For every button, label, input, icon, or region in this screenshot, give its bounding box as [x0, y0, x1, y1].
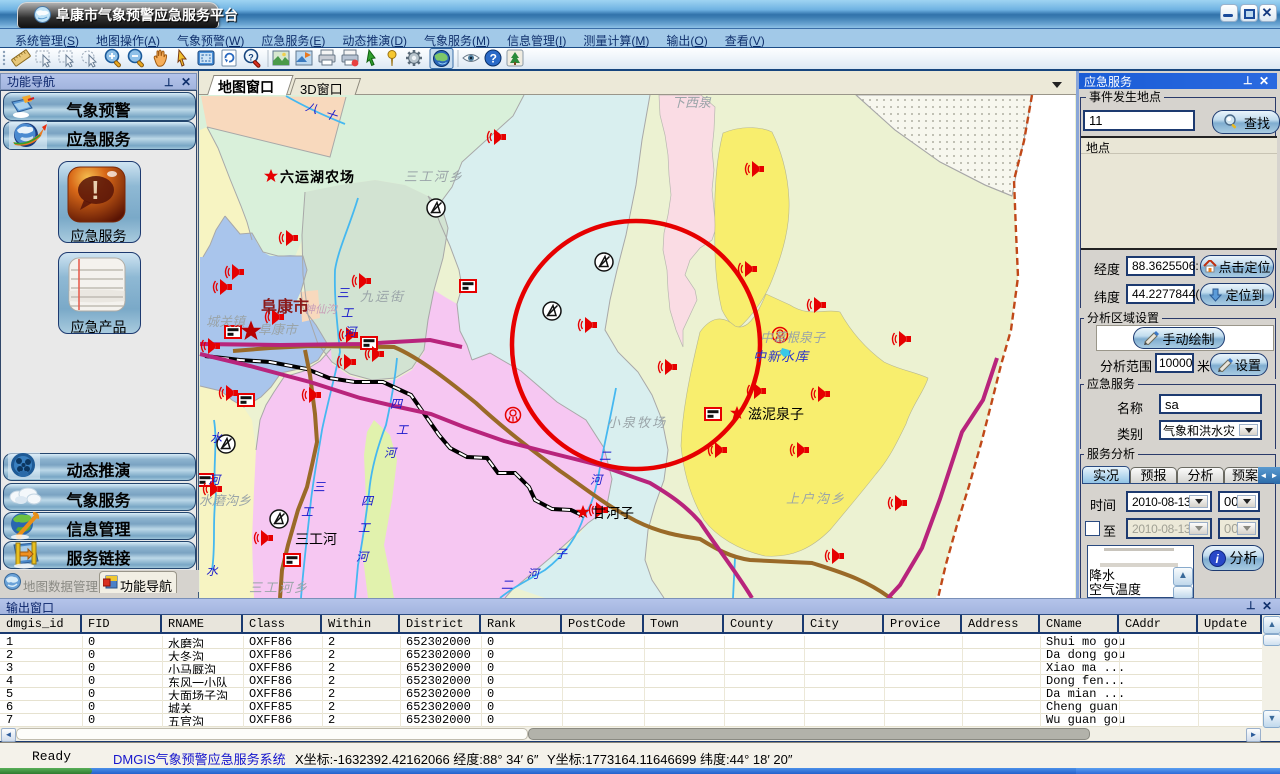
svg-text:工: 工 — [358, 521, 371, 535]
svg-text:三: 三 — [337, 286, 350, 300]
svg-text:工: 工 — [396, 423, 409, 437]
svg-text:!: ! — [91, 175, 100, 205]
svg-text:?: ? — [490, 52, 497, 66]
svg-text:三工河乡: 三工河乡 — [249, 580, 309, 595]
svg-text:二: 二 — [599, 449, 612, 463]
svg-text:城关镇: 城关镇 — [206, 314, 247, 329]
svg-text:四: 四 — [361, 494, 375, 508]
svg-text:三工河: 三工河 — [295, 531, 337, 547]
svg-text:工: 工 — [341, 306, 354, 320]
svg-text:子: 子 — [555, 547, 568, 561]
svg-text:水磨沟乡: 水磨沟乡 — [199, 493, 251, 508]
svg-text:河: 河 — [527, 567, 541, 581]
svg-text:水: 水 — [210, 431, 223, 445]
svg-text:水: 水 — [206, 564, 219, 578]
svg-text:?: ? — [248, 52, 254, 62]
svg-text:三: 三 — [313, 480, 326, 494]
svg-text:阜康市: 阜康市 — [258, 322, 299, 337]
svg-text:滋泥泉子: 滋泥泉子 — [748, 406, 804, 422]
svg-text:阜康市: 阜康市 — [261, 297, 309, 316]
svg-text:四: 四 — [390, 397, 404, 411]
svg-text:小泉牧场: 小泉牧场 — [607, 415, 667, 430]
svg-text:工: 工 — [301, 505, 314, 519]
svg-text:中葛根泉子: 中葛根泉子 — [760, 330, 826, 345]
svg-text:下西泉: 下西泉 — [672, 95, 712, 110]
svg-text:上户沟乡: 上户沟乡 — [786, 491, 846, 506]
svg-text:甘河子: 甘河子 — [592, 505, 634, 521]
svg-text:河: 河 — [384, 446, 398, 460]
svg-text:六运湖农场: 六运湖农场 — [280, 169, 355, 185]
svg-text:河: 河 — [356, 550, 370, 564]
svg-text:河: 河 — [344, 325, 358, 339]
svg-text:河: 河 — [208, 473, 222, 487]
svg-text:河: 河 — [590, 473, 604, 487]
svg-text:神仙沟: 神仙沟 — [304, 303, 338, 316]
svg-text:九运街: 九运街 — [360, 289, 405, 304]
svg-text:二: 二 — [501, 578, 514, 592]
svg-text:三工河乡: 三工河乡 — [404, 169, 464, 184]
